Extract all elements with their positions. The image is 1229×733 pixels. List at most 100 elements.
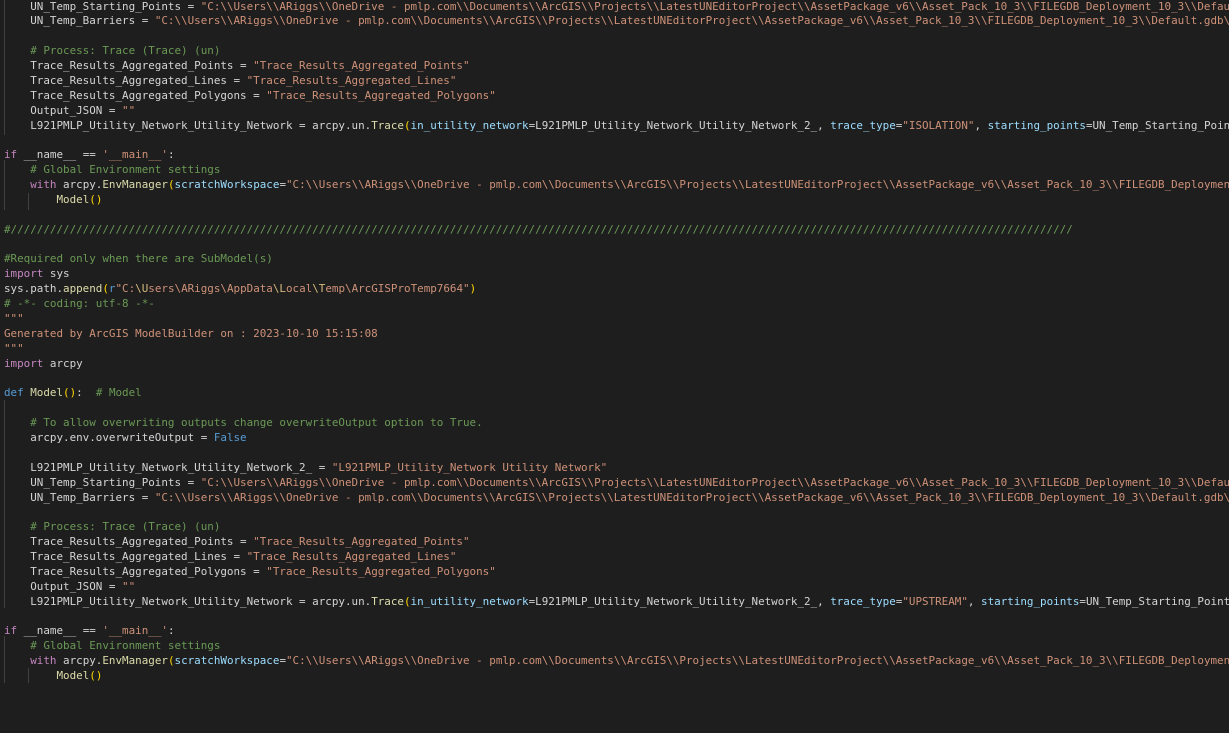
code-token: append [63, 282, 103, 296]
code-line[interactable]: Trace_Results_Aggregated_Lines = "Trace_… [4, 73, 1229, 88]
code-token: in_utility_network [410, 118, 529, 132]
indent-guide [4, 636, 5, 683]
code-line[interactable]: Output_JSON = "" [4, 579, 1229, 594]
code-token: Model [30, 386, 64, 400]
code-line[interactable]: def Model(): # Model [4, 385, 1229, 400]
code-line[interactable] [4, 400, 1229, 415]
code-token: # Process: Trace (Trace) (un) [4, 520, 221, 534]
code-line[interactable] [4, 371, 1229, 386]
code-line[interactable]: arcpy.env.overwriteOutput = False [4, 430, 1229, 445]
code-line[interactable]: if __name__ == '__main__': [4, 623, 1229, 638]
code-line[interactable]: """ [4, 341, 1229, 356]
code-line[interactable]: # -*- coding: utf-8 -*- [4, 296, 1229, 311]
code-line[interactable]: import arcpy [4, 356, 1229, 371]
code-line[interactable]: L921PMLP_Utility_Network_Utility_Network… [4, 460, 1229, 475]
code-token: UN_Temp_Starting_Points = [4, 0, 201, 13]
code-token: EnvManager [102, 654, 168, 668]
code-token: \L [272, 282, 286, 296]
code-token: ocal [285, 282, 313, 296]
code-token: =L921PMLP_Utility_Network_Utility_Networ… [528, 594, 831, 608]
code-line[interactable]: """ [4, 311, 1229, 326]
code-line[interactable]: Trace_Results_Aggregated_Points = "Trace… [4, 58, 1229, 73]
code-line[interactable]: Output_JSON = "" [4, 103, 1229, 118]
code-token: if [4, 148, 18, 162]
indent-guide [4, 160, 5, 210]
code-line[interactable]: UN_Temp_Barriers = "C:\\Users\\ARiggs\\O… [4, 13, 1229, 28]
code-token: emp\ArcGISProTemp7664" [325, 282, 470, 296]
code-line[interactable]: with arcpy.EnvManager(scratchWorkspace="… [4, 653, 1229, 668]
code-line[interactable] [4, 237, 1229, 252]
code-token: Trace_Results_Aggregated_Polygons = [4, 564, 267, 578]
code-token: "C:\\Users\\ARiggs\\OneDrive - pmlp.com\… [286, 178, 1229, 192]
code-token: trace_type [830, 118, 896, 132]
code-token: UN_Temp_Starting_Points = [4, 475, 201, 489]
code-line[interactable]: # Global Environment settings [4, 638, 1229, 653]
code-line[interactable]: Trace_Results_Aggregated_Points = "Trace… [4, 534, 1229, 549]
code-token: "Trace_Results_Aggregated_Lines" [246, 550, 457, 564]
code-line[interactable]: # Process: Trace (Trace) (un) [4, 43, 1229, 58]
code-line[interactable]: UN_Temp_Barriers = "C:\\Users\\ARiggs\\O… [4, 490, 1229, 505]
code-line[interactable]: L921PMLP_Utility_Network_Utility_Network… [4, 594, 1229, 609]
code-token: Trace_Results_Aggregated_Polygons = [4, 88, 267, 102]
code-token: scratchWorkspace [174, 654, 280, 668]
code-line[interactable]: # Process: Trace (Trace) (un) [4, 519, 1229, 534]
code-token: "C:\\Users\\ARiggs\\OneDrive - pmlp.com\… [200, 0, 1229, 13]
code-line[interactable]: Generated by ArcGIS ModelBuilder on : 20… [4, 326, 1229, 341]
code-token: L921PMLP_Utility_Network_Utility_Network… [4, 118, 372, 132]
code-line[interactable]: # Global Environment settings [4, 162, 1229, 177]
code-token: () [89, 192, 103, 206]
code-token: # Global Environment settings [4, 163, 221, 177]
code-token: # Global Environment settings [4, 639, 221, 653]
code-line[interactable] [4, 609, 1229, 624]
code-token: "L921PMLP_Utility_Network Utility Networ… [331, 460, 608, 474]
code-token: in_utility_network [410, 594, 529, 608]
code-token: : [76, 386, 96, 400]
code-line[interactable]: Model() [4, 668, 1229, 683]
code-token: if [4, 624, 18, 638]
code-token: "C:\\Users\\ARiggs\\OneDrive - pmlp.com\… [286, 654, 1229, 668]
code-editor[interactable]: UN_Temp_Starting_Points = "C:\\Users\\AR… [0, 0, 1229, 733]
code-line[interactable]: import sys [4, 266, 1229, 281]
code-token: # -*- coding: utf-8 -*- [4, 297, 155, 311]
code-line[interactable]: Model() [4, 192, 1229, 207]
code-token: #///////////////////////////////////////… [4, 222, 1073, 236]
code-token: '__main__' [102, 624, 168, 638]
code-line[interactable]: Trace_Results_Aggregated_Polygons = "Tra… [4, 564, 1229, 579]
code-token: # Model [95, 386, 142, 400]
code-line[interactable]: #///////////////////////////////////////… [4, 222, 1229, 237]
code-token: arcpy.env.overwriteOutput = [4, 431, 214, 445]
code-token: with [4, 654, 57, 668]
code-token: False [213, 431, 247, 445]
code-token: UN_Temp_Barriers = [4, 14, 155, 28]
code-token: Model [56, 192, 90, 206]
code-line[interactable] [4, 207, 1229, 222]
code-line[interactable]: sys.path.append(r"C:\Users\ARiggs\AppDat… [4, 281, 1229, 296]
code-token: "Trace_Results_Aggregated_Polygons" [266, 88, 496, 102]
code-line[interactable]: #Required only when there are SubModel(s… [4, 251, 1229, 266]
indent-guide [28, 668, 29, 683]
code-line[interactable] [4, 132, 1229, 147]
code-token: trace_type [830, 594, 896, 608]
code-token: # To allow overwriting outputs change ov… [4, 416, 483, 430]
code-line[interactable]: Trace_Results_Aggregated_Lines = "Trace_… [4, 549, 1229, 564]
code-token: def [4, 386, 24, 400]
code-line[interactable]: L921PMLP_Utility_Network_Utility_Network… [4, 118, 1229, 133]
code-token: """ [4, 311, 24, 325]
code-line[interactable]: with arcpy.EnvManager(scratchWorkspace="… [4, 177, 1229, 192]
code-line[interactable]: UN_Temp_Starting_Points = "C:\\Users\\AR… [4, 475, 1229, 490]
code-token: Trace [371, 594, 404, 608]
code-line[interactable] [4, 28, 1229, 43]
code-line[interactable]: if __name__ == '__main__': [4, 147, 1229, 162]
code-line[interactable] [4, 504, 1229, 519]
code-token: "C:\\Users\\ARiggs\\OneDrive - pmlp.com\… [154, 14, 1229, 28]
code-token: Generated by ArcGIS ModelBuilder on : 20… [4, 326, 378, 340]
code-line[interactable]: UN_Temp_Starting_Points = "C:\\Users\\AR… [4, 0, 1229, 14]
code-token: ) [469, 282, 477, 296]
indent-guide [28, 193, 29, 210]
code-line[interactable] [4, 445, 1229, 460]
code-line[interactable]: # To allow overwriting outputs change ov… [4, 415, 1229, 430]
code-line[interactable]: Trace_Results_Aggregated_Polygons = "Tra… [4, 88, 1229, 103]
code-token: , [967, 594, 982, 608]
code-token: : [167, 624, 175, 638]
